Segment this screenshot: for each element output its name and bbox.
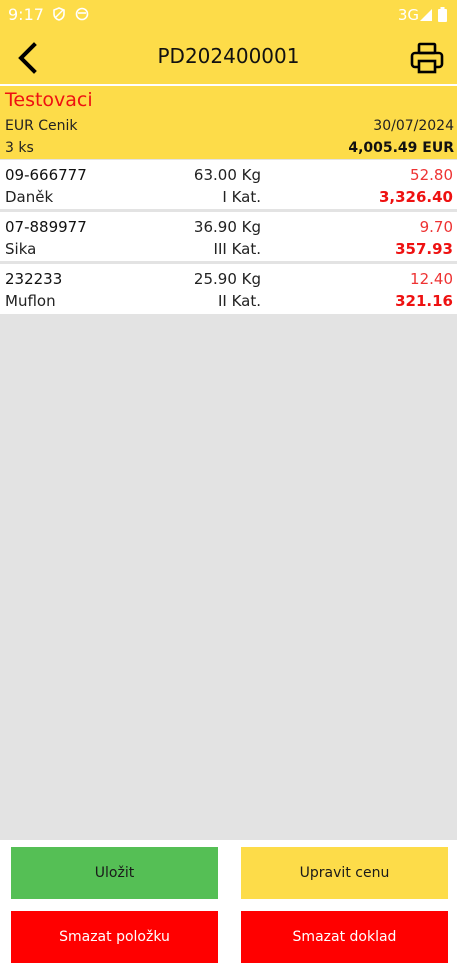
item-total: 321.16 <box>395 292 453 310</box>
page-title: PD202400001 <box>157 44 300 68</box>
screen: 9:17 3G PD202400001 Testovaci EUR Cenik … <box>0 0 457 966</box>
list-item[interactable]: 09-666777 Daněk 63.00 Kg I Kat. 52.80 3,… <box>0 160 457 212</box>
document-pricelist: EUR Cenik <box>5 118 78 134</box>
print-button[interactable] <box>405 36 449 80</box>
delete-item-button[interactable]: Smazat položku <box>11 911 218 963</box>
document-date: 30/07/2024 <box>373 118 454 134</box>
item-weight: 25.90 Kg <box>193 270 261 288</box>
item-unit-price: 9.70 <box>419 218 453 236</box>
item-weight: 36.90 Kg <box>193 218 261 236</box>
back-arrow-icon <box>18 42 37 74</box>
save-button[interactable]: Uložit <box>11 847 218 899</box>
item-total: 3,326.40 <box>378 188 453 206</box>
list-item[interactable]: 07-889977 Sika 36.90 Kg III Kat. 9.70 35… <box>0 212 457 264</box>
item-class: II Kat. <box>217 292 261 310</box>
item-unit-price: 52.80 <box>410 166 453 184</box>
document-name: Testovaci <box>5 89 93 111</box>
sync-icon <box>75 7 89 21</box>
signal-icon <box>420 9 432 21</box>
back-button[interactable] <box>6 36 50 80</box>
item-class: III Kat. <box>213 240 261 258</box>
list-item[interactable]: 232233 Muflon 25.90 Kg II Kat. 12.40 321… <box>0 264 457 314</box>
item-weight: 63.00 Kg <box>193 166 261 184</box>
vpn-shield-icon <box>53 7 65 21</box>
items-list: 09-666777 Daněk 63.00 Kg I Kat. 52.80 3,… <box>0 160 457 314</box>
network-type: 3G <box>397 6 419 24</box>
document-total: 4,005.49 EUR <box>348 140 454 156</box>
item-unit-price: 12.40 <box>410 270 453 288</box>
action-bar: Uložit Upravit cenu Smazat položku Smaza… <box>0 840 457 966</box>
item-name: Muflon <box>5 292 56 310</box>
status-time: 9:17 <box>8 5 44 24</box>
document-header: Testovaci EUR Cenik 30/07/2024 3 ks 4,00… <box>0 86 457 159</box>
edit-price-button[interactable]: Upravit cenu <box>241 847 448 899</box>
item-class: I Kat. <box>222 188 261 206</box>
item-name: Sika <box>5 240 37 258</box>
item-total: 357.93 <box>395 240 453 258</box>
item-code: 232233 <box>5 270 63 288</box>
printer-icon <box>410 42 444 74</box>
app-bar: PD202400001 <box>0 32 457 84</box>
status-bar: 9:17 3G <box>0 0 457 32</box>
item-code: 07-889977 <box>5 218 87 236</box>
document-item-count: 3 ks <box>5 140 34 156</box>
delete-document-button[interactable]: Smazat doklad <box>241 911 448 963</box>
item-code: 09-666777 <box>5 166 87 184</box>
item-name: Daněk <box>5 188 54 206</box>
battery-icon <box>438 7 447 22</box>
